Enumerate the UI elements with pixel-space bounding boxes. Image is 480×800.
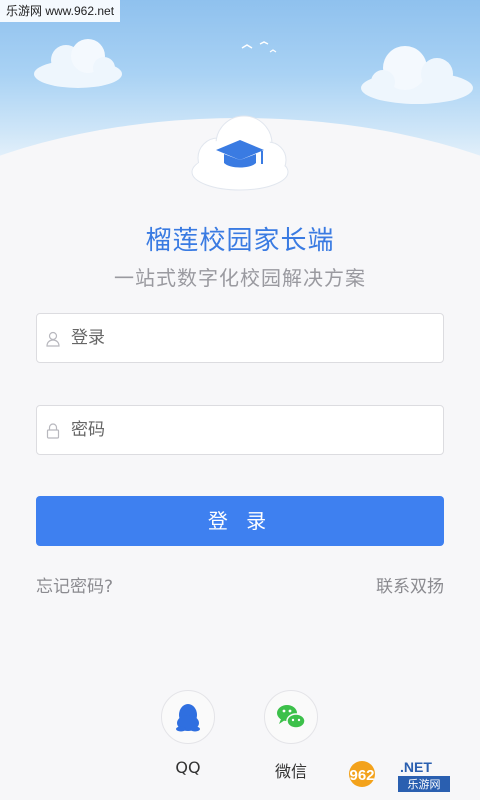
app-subtitle: 一站式数字化校园解决方案 <box>114 266 366 290</box>
forgot-password-link[interactable]: 忘记密码? <box>36 572 113 597</box>
wechat-button[interactable] <box>264 690 318 744</box>
username-input[interactable] <box>71 314 431 362</box>
password-input[interactable] <box>71 406 431 454</box>
cloud-left-decoration <box>34 39 122 88</box>
watermark-top: 乐游网 www.962.net <box>0 0 121 22</box>
lock-icon <box>46 423 60 439</box>
wechat-icon <box>277 705 306 729</box>
watermark-text: 乐游网 <box>408 778 441 791</box>
wechat-label: 微信 <box>274 762 307 781</box>
contact-link[interactable]: 联系双扬 <box>376 572 444 597</box>
qq-button[interactable] <box>161 690 215 744</box>
watermark-number: 962 <box>349 767 374 784</box>
username-field[interactable] <box>36 313 444 363</box>
graduation-cap-cloud-logo <box>191 115 289 191</box>
wechat-login[interactable]: 微信 <box>263 690 319 782</box>
birds-decoration <box>241 41 277 53</box>
user-icon <box>46 331 60 347</box>
watermark-suffix: .NET <box>400 759 432 775</box>
app-title: 榴莲校园家长端 <box>145 226 335 256</box>
login-button[interactable]: 登 录 <box>36 496 444 546</box>
qq-login[interactable]: QQ <box>160 690 216 777</box>
password-field[interactable] <box>36 405 444 455</box>
cloud-right-decoration <box>361 46 473 104</box>
qq-label: QQ <box>175 758 201 777</box>
watermark-bottom-logo: 962 .NET 乐游网 <box>349 759 450 792</box>
qq-penguin-icon <box>176 704 200 732</box>
